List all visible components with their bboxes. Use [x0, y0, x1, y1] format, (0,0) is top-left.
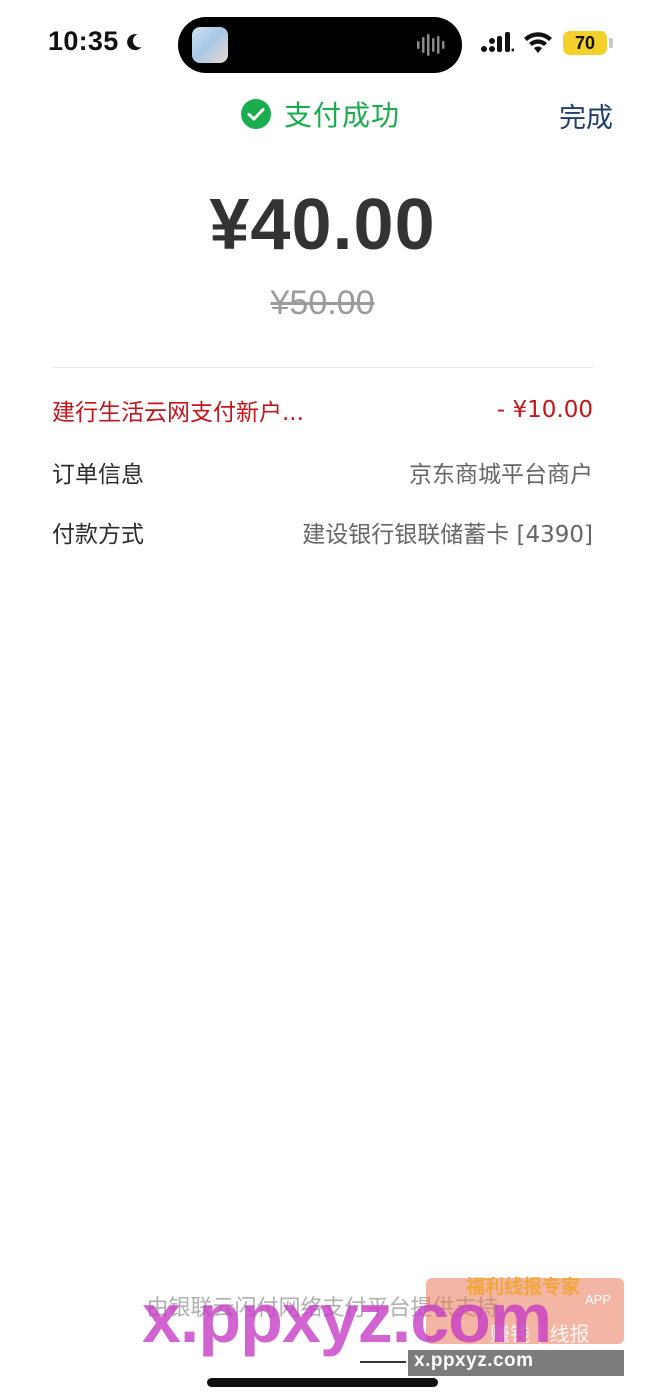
- dynamic-island[interactable]: [178, 17, 462, 73]
- battery-cap: [609, 38, 613, 48]
- signal-icon: [481, 32, 514, 52]
- discount-row[interactable]: 建行生活云网支付新户... - ¥10.00: [52, 390, 593, 430]
- watermark-url: x.ppxyz.com: [414, 1350, 534, 1371]
- home-indicator[interactable]: [207, 1378, 438, 1387]
- battery-icon: 70: [563, 31, 607, 55]
- check-circle-icon: [241, 99, 271, 129]
- payment-method-value: 建设银行银联储蓄卡 [4390]: [302, 522, 593, 548]
- audio-waveform-icon: [417, 34, 445, 56]
- status-time: 10:35: [48, 26, 119, 56]
- album-art-thumbnail: [192, 27, 228, 63]
- done-button[interactable]: 完成: [559, 96, 613, 135]
- moon-icon: [127, 34, 142, 51]
- watermark-logo-text: x.ppxyz.com: [142, 1279, 552, 1357]
- watermark-badge-app: APP: [585, 1292, 612, 1307]
- payment-method-label: 付款方式: [52, 522, 144, 548]
- result-header: 支付成功 完成: [0, 88, 645, 144]
- paid-amount: ¥40.00: [209, 185, 436, 265]
- payment-method-row: 付款方式 建设银行银联储蓄卡 [4390]: [52, 512, 593, 552]
- order-info-value: 京东商城平台商户: [409, 462, 593, 488]
- watermark-line: [360, 1361, 406, 1363]
- wifi-icon: [524, 32, 552, 53]
- discount-label: 建行生活云网支付新户...: [52, 400, 304, 426]
- success-status: 支付成功: [240, 94, 400, 134]
- divider: [52, 367, 593, 368]
- status-bar: 10:35 70: [0, 0, 645, 88]
- order-info-row: 订单信息 京东商城平台商户: [52, 452, 593, 492]
- success-title: 支付成功: [284, 99, 401, 132]
- original-amount: ¥50.00: [270, 284, 375, 322]
- order-info-label: 订单信息: [52, 462, 144, 488]
- discount-value: - ¥10.00: [496, 397, 593, 423]
